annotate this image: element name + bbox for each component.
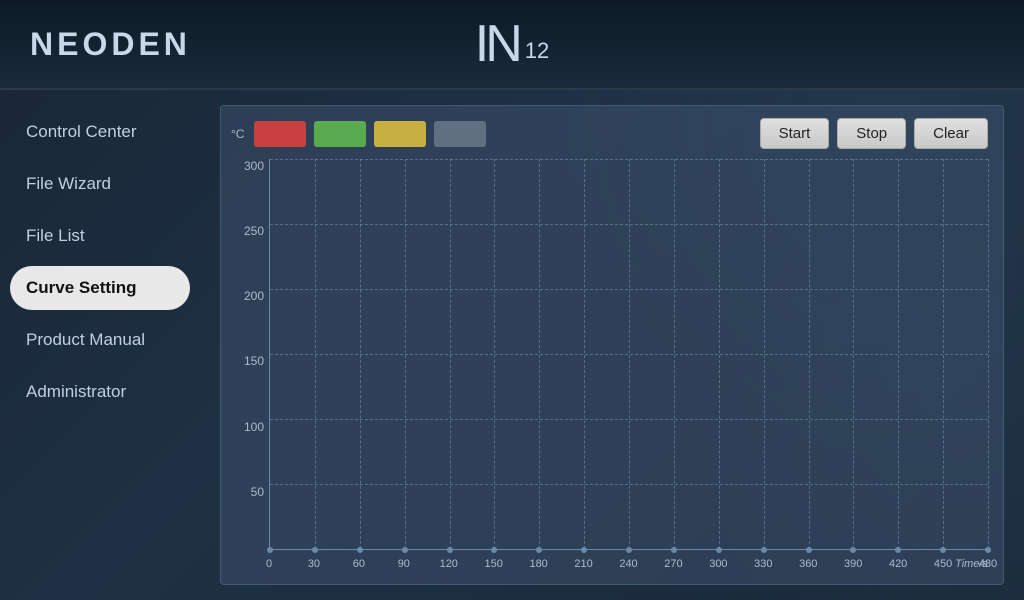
x-label-330: 330	[754, 558, 772, 570]
grid-v-10	[719, 159, 720, 549]
grid-v-1	[315, 159, 316, 549]
sidebar: Control Center File Wizard File List Curve …	[0, 90, 200, 600]
sidebar-item-file-list[interactable]: File List	[10, 214, 190, 258]
brand-name: NEODEN	[30, 26, 191, 63]
grid-v-15	[943, 159, 944, 549]
grid-area	[269, 159, 988, 550]
x-label-150: 150	[485, 558, 503, 570]
start-button[interactable]: Start	[760, 118, 830, 149]
sidebar-item-control-center[interactable]: Control Center	[10, 110, 190, 154]
legend-gray[interactable]	[434, 121, 486, 147]
grid-v-11	[764, 159, 765, 549]
sidebar-item-administrator[interactable]: Administrator	[10, 370, 190, 414]
legend-boxes	[254, 121, 486, 147]
x-label-450: 450	[934, 558, 952, 570]
legend-yellow[interactable]	[374, 121, 426, 147]
grid-v-12	[809, 159, 810, 549]
grid-v-9	[674, 159, 675, 549]
x-label-120: 120	[440, 558, 458, 570]
y-axis: 300 250 200 150 100 50	[231, 159, 269, 572]
grid-v-16	[988, 159, 989, 549]
x-label-60: 60	[353, 558, 365, 570]
grid-v-3	[405, 159, 406, 549]
main-layout: Control Center File Wizard File List Curve …	[0, 90, 1024, 600]
x-label-90: 90	[398, 558, 410, 570]
grid-v-4	[450, 159, 451, 549]
grid-v-8	[629, 159, 630, 549]
x-label-420: 420	[889, 558, 907, 570]
chart-plot: Time/s 030609012015018021024027030033036…	[269, 159, 988, 572]
y-label-100: 100	[231, 420, 269, 434]
y-label-200: 200	[231, 289, 269, 303]
legend-red[interactable]	[254, 121, 306, 147]
header: NEODEN IN 12	[0, 0, 1024, 90]
x-label-390: 390	[844, 558, 862, 570]
logo-num-text: 12	[525, 38, 549, 64]
logo: IN 12	[475, 18, 549, 70]
sidebar-item-file-wizard[interactable]: File Wizard	[10, 162, 190, 206]
content-area: °C Start Stop Clear 30025020015010050 Ti…	[200, 90, 1024, 600]
toolbar: °C Start Stop Clear	[231, 118, 988, 149]
x-label-360: 360	[799, 558, 817, 570]
clear-button[interactable]: Clear	[914, 118, 988, 149]
chart-area: 30025020015010050 Time/s 030609012015018…	[231, 159, 988, 572]
legend-green[interactable]	[314, 121, 366, 147]
sidebar-item-product-manual[interactable]: Product Manual	[10, 318, 190, 362]
x-label-300: 300	[709, 558, 727, 570]
grid-v-13	[853, 159, 854, 549]
stop-button[interactable]: Stop	[837, 118, 906, 149]
grid-v-2	[360, 159, 361, 549]
y-label-50: 50	[231, 485, 269, 499]
x-label-30: 30	[308, 558, 320, 570]
x-label-480: 480	[979, 558, 997, 570]
x-axis: Time/s 030609012015018021024027030033036…	[269, 550, 988, 572]
logo-in-text: IN	[475, 18, 519, 70]
y-label-150: 150	[231, 354, 269, 368]
grid-v-6	[539, 159, 540, 549]
grid-v-5	[494, 159, 495, 549]
x-label-180: 180	[529, 558, 547, 570]
grid-v-14	[898, 159, 899, 549]
x-label-240: 240	[619, 558, 637, 570]
grid-v-7	[584, 159, 585, 549]
y-label-250: 250	[231, 224, 269, 238]
x-label-210: 210	[574, 558, 592, 570]
sidebar-item-curve-setting[interactable]: Curve Setting	[10, 266, 190, 310]
x-label-270: 270	[664, 558, 682, 570]
y-label-300: 300	[231, 159, 269, 173]
chart-container: °C Start Stop Clear 30025020015010050 Ti…	[220, 105, 1004, 585]
x-label-0: 0	[266, 558, 272, 570]
y-axis-unit: °C	[231, 127, 244, 141]
